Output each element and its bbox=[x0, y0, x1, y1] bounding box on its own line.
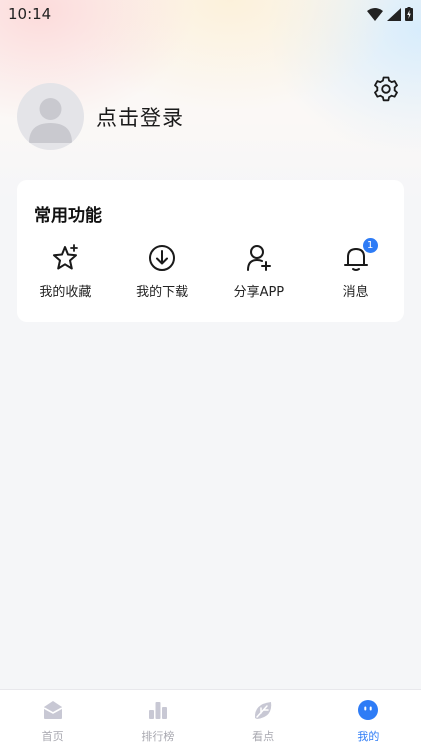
tab-label: 排行榜 bbox=[141, 730, 175, 743]
add-user-icon bbox=[243, 242, 275, 274]
leaf-icon bbox=[251, 698, 275, 722]
wifi-icon bbox=[367, 7, 383, 21]
card-title: 常用功能 bbox=[34, 206, 102, 226]
signal-icon bbox=[387, 7, 401, 21]
bottom-tab-bar: 首页 排行榜 看点 我的 bbox=[0, 689, 421, 748]
gear-icon bbox=[374, 76, 398, 102]
profile-login[interactable]: 点击登录 bbox=[17, 83, 184, 150]
feature-label: 消息 bbox=[342, 285, 369, 300]
tab-ranking[interactable]: 排行榜 bbox=[105, 690, 210, 748]
profile-face-icon bbox=[356, 698, 380, 722]
feature-downloads[interactable]: 我的下载 bbox=[114, 242, 211, 300]
tab-highlights[interactable]: 看点 bbox=[211, 690, 316, 748]
tab-label: 我的 bbox=[357, 730, 380, 743]
bell-icon: 1 bbox=[340, 238, 378, 274]
login-text[interactable]: 点击登录 bbox=[96, 102, 184, 132]
tab-home[interactable]: 首页 bbox=[0, 690, 105, 748]
home-icon bbox=[41, 698, 65, 722]
status-time: 10:14 bbox=[8, 5, 52, 23]
status-icons bbox=[367, 7, 413, 21]
feature-label: 我的下载 bbox=[136, 285, 189, 300]
feature-messages[interactable]: 1 消息 bbox=[307, 238, 404, 300]
common-functions-card: 常用功能 我的收藏 我的下载 分享APP 1 消息 bbox=[17, 180, 404, 322]
status-bar: 10:14 bbox=[0, 0, 421, 28]
message-badge: 1 bbox=[362, 238, 378, 253]
tab-label: 首页 bbox=[41, 730, 64, 743]
avatar[interactable] bbox=[17, 83, 84, 150]
feature-label: 分享APP bbox=[233, 285, 285, 300]
tab-mine[interactable]: 我的 bbox=[316, 690, 421, 748]
feature-row: 我的收藏 我的下载 分享APP 1 消息 bbox=[17, 238, 404, 300]
star-icon bbox=[49, 242, 81, 274]
settings-button[interactable] bbox=[371, 74, 401, 104]
battery-icon bbox=[405, 7, 413, 21]
feature-favorites[interactable]: 我的收藏 bbox=[17, 242, 114, 300]
tab-label: 看点 bbox=[252, 730, 275, 743]
feature-label: 我的收藏 bbox=[39, 285, 92, 300]
ranking-icon bbox=[146, 698, 170, 722]
feature-share-app[interactable]: 分享APP bbox=[211, 242, 308, 300]
download-icon bbox=[146, 242, 178, 274]
default-avatar-icon bbox=[29, 98, 72, 143]
